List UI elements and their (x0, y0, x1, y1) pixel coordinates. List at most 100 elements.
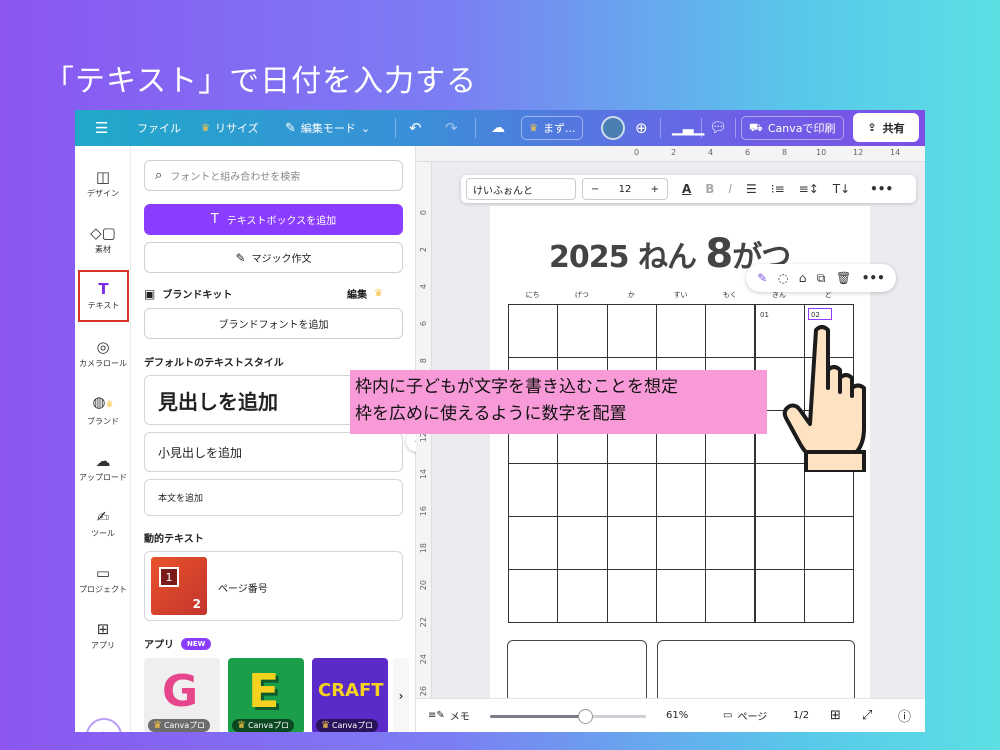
rail-apps[interactable]: ⊞ アプリ (75, 612, 131, 660)
calendar-cell[interactable] (655, 304, 707, 358)
grid-view-icon[interactable]: ⊞ (830, 708, 841, 723)
text-icon: T (210, 212, 219, 227)
magic-write-label: マジック作文 (251, 254, 312, 265)
pages-icon: ▭ (723, 710, 733, 721)
rail-tools[interactable]: ✍ ツール (75, 500, 131, 548)
calendar-cell[interactable] (557, 516, 608, 570)
dynamic-text-heading: 動的テキスト (144, 534, 204, 545)
text-direction-icon[interactable]: T↓ (833, 182, 850, 196)
calendar-cell[interactable] (508, 569, 559, 623)
document-title[interactable]: ♛ まず... (521, 116, 584, 140)
avatar[interactable] (601, 110, 625, 146)
calendar-cell[interactable] (557, 304, 608, 358)
calendar-cell[interactable] (705, 516, 756, 570)
rail-projects[interactable]: ▭ プロジェクト (75, 556, 131, 604)
bold-icon[interactable]: B (705, 182, 714, 196)
font-search-input[interactable]: ⌕ フォントと組み合わせを検索 (144, 160, 403, 191)
magic-sparkle-button[interactable]: ✦ (86, 718, 122, 732)
menu-icon[interactable]: ☰ (95, 110, 108, 146)
app-tile-2[interactable]: E ♛ Canvaプロ (228, 658, 304, 732)
calendar-cell[interactable] (655, 569, 707, 623)
calendar-cell[interactable] (705, 569, 756, 623)
calendar-cell[interactable] (606, 516, 657, 570)
shapes-icon: ◇▢ (90, 224, 116, 242)
notes-button[interactable]: ≡✎ メモ (428, 708, 470, 723)
app-tile-3[interactable]: CRAFT ♛ Canvaプロ (312, 658, 388, 732)
calendar-cell[interactable] (557, 463, 608, 517)
calendar-cell[interactable] (606, 569, 657, 623)
calendar-cell[interactable] (754, 516, 805, 570)
trash-icon[interactable]: 🗑︎ (836, 271, 851, 285)
print-button[interactable]: ⛟ Canvaで印刷 (741, 116, 844, 140)
brand-edit-link[interactable]: 編集 ♛ (347, 286, 383, 301)
calendar-cell[interactable] (606, 463, 657, 517)
share-button[interactable]: ⇪ 共有 (853, 113, 919, 142)
line-spacing-icon[interactable]: ≡↕ (799, 182, 819, 196)
rail-uploads[interactable]: ☁ アップロード (75, 444, 131, 492)
rail-text[interactable]: T テキスト (78, 270, 129, 322)
app-tile-1[interactable]: G ♛ Canvaプロ (144, 658, 220, 732)
insights-chart-icon[interactable]: ▁▃▁ (672, 110, 704, 146)
calendar-cell[interactable] (655, 516, 707, 570)
folder-icon: ▭ (95, 564, 111, 582)
italic-icon[interactable]: I (728, 182, 732, 196)
resize-button[interactable]: ♛ リサイズ (201, 110, 259, 146)
add-subheading-button[interactable]: 小見出しを追加 (144, 432, 403, 472)
calendar-cell[interactable] (754, 569, 805, 623)
font-size-increase[interactable]: + (651, 184, 659, 195)
rail-camera-roll[interactable]: ◎ カメラロール (75, 330, 131, 378)
text-color-icon[interactable]: A (682, 182, 691, 196)
memo-box-left[interactable] (507, 640, 647, 698)
font-family-dropdown[interactable]: けいふぉんと (466, 178, 576, 200)
font-size-value[interactable]: 12 (619, 184, 632, 195)
file-menu[interactable]: ファイル (137, 110, 181, 146)
comment-add-icon[interactable]: ◌ (778, 271, 788, 285)
add-brand-font-button[interactable]: ブランドフォントを追加 (144, 308, 403, 339)
unlock-icon[interactable]: ⌂ (799, 271, 807, 285)
calendar-cell[interactable] (508, 463, 559, 517)
rail-design[interactable]: ◫ デザイン (75, 160, 131, 208)
apps-scroll-right-icon[interactable]: › (393, 658, 409, 732)
redo-icon[interactable]: ↷ (445, 110, 458, 146)
bullet-list-icon[interactable]: ⁝≡ (771, 182, 785, 196)
duplicate-icon[interactable]: ⧉ (817, 271, 826, 286)
add-collaborator-icon[interactable]: ⊕ (635, 110, 648, 146)
memo-box-right[interactable] (657, 640, 855, 698)
calendar-cell[interactable] (803, 569, 855, 623)
font-size-stepper[interactable]: − 12 + (582, 178, 668, 200)
more-options-icon[interactable]: ••• (870, 182, 893, 196)
align-left-icon[interactable]: ☰ (746, 182, 757, 196)
cloud-saved-icon[interactable]: ☁ (491, 110, 505, 146)
fullscreen-icon[interactable]: ⤢ (862, 708, 872, 723)
rail-brand[interactable]: ◍♛ ブランド (75, 386, 131, 434)
page-number-card[interactable]: 1 2 ページ番号 (144, 551, 403, 621)
calendar-cell[interactable] (606, 304, 657, 358)
rail-brand-label: ブランド (87, 416, 119, 426)
zoom-slider-handle[interactable] (578, 709, 594, 724)
calendar-cell[interactable] (557, 569, 608, 623)
comment-icon[interactable]: 💬︎ (709, 110, 727, 146)
undo-icon[interactable]: ↶ (409, 110, 422, 146)
edit-mode-dropdown[interactable]: ✎ 編集モード ⌄ (285, 110, 370, 146)
zoom-level[interactable]: 61% (666, 710, 688, 721)
rail-elements[interactable]: ◇▢ 素材 (75, 216, 131, 264)
help-icon[interactable]: ⓘ (898, 706, 911, 725)
magic-edit-icon[interactable]: ✎ (757, 271, 767, 285)
selected-textbox[interactable] (808, 308, 832, 320)
add-textbox-button[interactable]: T テキストボックスを追加 (144, 204, 403, 235)
calendar-cell[interactable] (655, 463, 707, 517)
date-01[interactable]: 01 (760, 311, 769, 319)
add-body-text-button[interactable]: 本文を追加 (144, 479, 403, 516)
magic-write-button[interactable]: ✎ マジック作文 (144, 242, 403, 273)
more-icon[interactable]: ••• (862, 271, 885, 285)
calendar-cell[interactable] (803, 516, 855, 570)
weekday-mon: げつ (574, 291, 589, 299)
calendar-cell[interactable] (508, 304, 559, 358)
font-size-decrease[interactable]: − (591, 184, 599, 195)
zoom-slider[interactable] (490, 709, 646, 724)
calendar-cell[interactable] (508, 516, 559, 570)
pages-button[interactable]: ▭ ページ (723, 708, 767, 723)
page-counter[interactable]: 1/2 (793, 710, 809, 721)
calendar-cell[interactable] (705, 304, 756, 358)
calendar-cell[interactable] (705, 463, 756, 517)
